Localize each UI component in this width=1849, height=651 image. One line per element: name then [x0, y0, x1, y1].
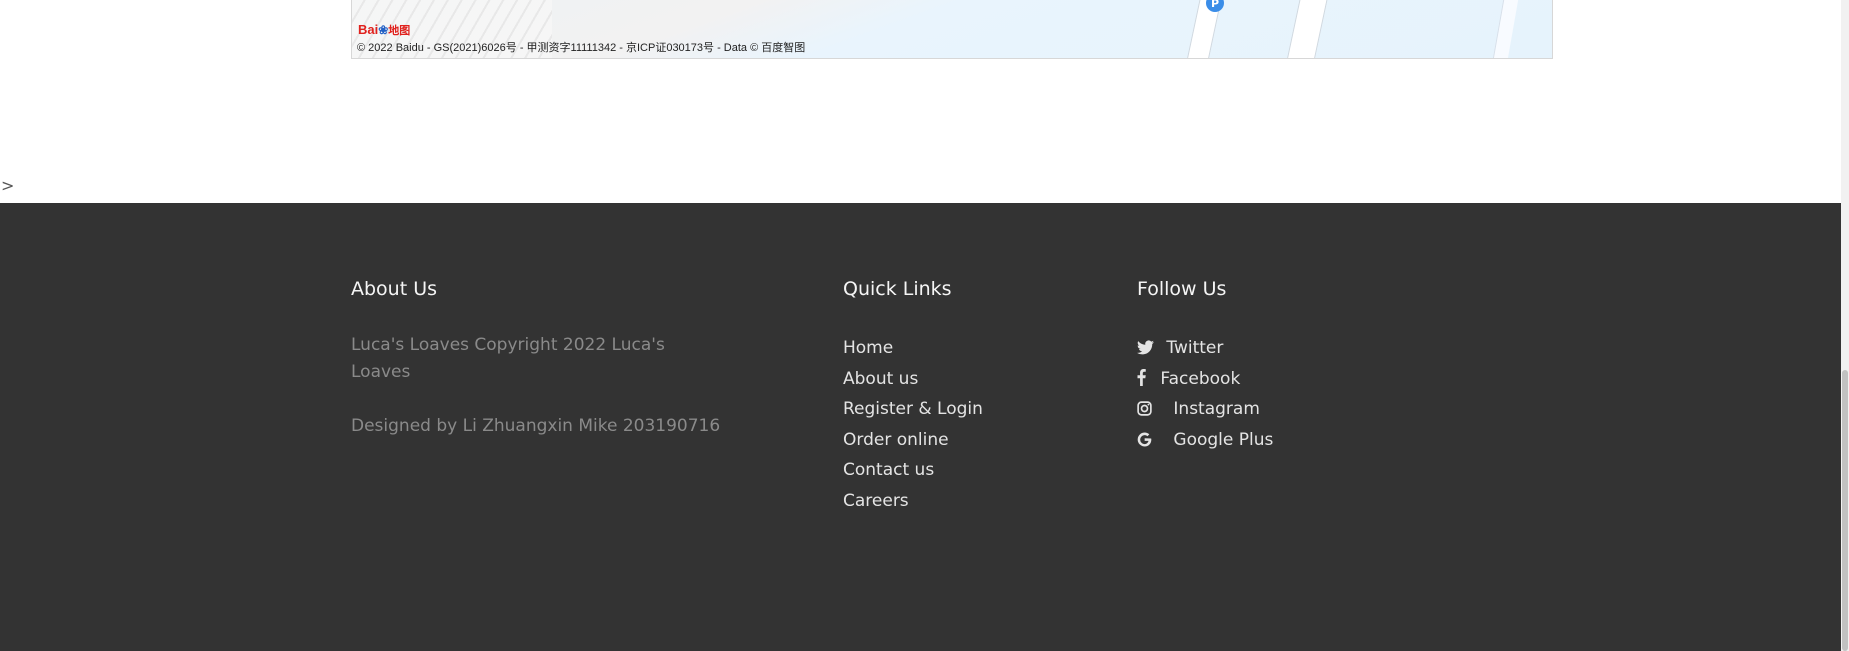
- follow-us-section: Follow Us Twitter Facebook Instagram Goo…: [1137, 275, 1437, 455]
- baidu-map[interactable]: P Bai❀地图 © 2022 Baidu - GS(2021)6026号 - …: [351, 0, 1553, 59]
- about-heading: About Us: [351, 278, 438, 300]
- footer-link-register-login[interactable]: Register & Login: [843, 394, 1093, 425]
- paw-icon: ❀: [378, 23, 389, 37]
- instagram-icon: [1137, 394, 1168, 425]
- twitter-icon: [1137, 333, 1161, 364]
- footer-link-order-online[interactable]: Order online: [843, 425, 1093, 456]
- quick-links-section: Quick Links Home About us Register & Log…: [843, 275, 1093, 516]
- footer-link-about[interactable]: About us: [843, 364, 1093, 395]
- about-section: About Us Luca's Loaves Copyright 2022 Lu…: [351, 275, 731, 440]
- map-road: [1489, 0, 1520, 58]
- parking-pin-icon[interactable]: P: [1206, 0, 1224, 12]
- page-scrollbar[interactable]: [1841, 0, 1849, 651]
- social-label: Facebook: [1160, 368, 1241, 389]
- map-copyright: © 2022 Baidu - GS(2021)6026号 - 甲测资字11111…: [357, 42, 806, 54]
- social-label: Twitter: [1166, 338, 1224, 358]
- about-copyright: Luca's Loaves Copyright 2022 Luca's Loav…: [351, 335, 665, 382]
- facebook-icon: [1137, 364, 1155, 395]
- google-plus-icon: [1137, 425, 1168, 456]
- social-link-twitter[interactable]: Twitter: [1137, 333, 1437, 364]
- designed-by: Designed by Li Zhuangxin Mike 203190716: [351, 416, 721, 436]
- footer-link-home[interactable]: Home: [843, 333, 1093, 364]
- baidu-logo-text: Bai: [358, 22, 379, 37]
- baidu-logo-cn: 地图: [388, 25, 411, 37]
- footer-link-contact[interactable]: Contact us: [843, 455, 1093, 486]
- quick-links-list: Home About us Register & Login Order onl…: [843, 333, 1093, 516]
- map-road: [1282, 0, 1330, 58]
- site-footer: About Us Luca's Loaves Copyright 2022 Lu…: [0, 203, 1841, 651]
- stray-text: >: [1, 176, 15, 195]
- social-link-instagram[interactable]: Instagram: [1137, 394, 1437, 425]
- social-link-facebook[interactable]: Facebook: [1137, 364, 1437, 395]
- quick-links-heading: Quick Links: [843, 278, 952, 300]
- social-label: Instagram: [1173, 399, 1260, 419]
- follow-us-heading: Follow Us: [1137, 278, 1227, 300]
- social-label: Google Plus: [1173, 429, 1274, 450]
- social-link-google-plus[interactable]: Google Plus: [1137, 425, 1437, 456]
- social-links-list: Twitter Facebook Instagram Google Plus: [1137, 333, 1437, 455]
- footer-link-careers[interactable]: Careers: [843, 486, 1093, 517]
- baidu-map-logo[interactable]: Bai❀地图: [358, 22, 410, 38]
- scrollbar-thumb[interactable]: [1842, 370, 1848, 651]
